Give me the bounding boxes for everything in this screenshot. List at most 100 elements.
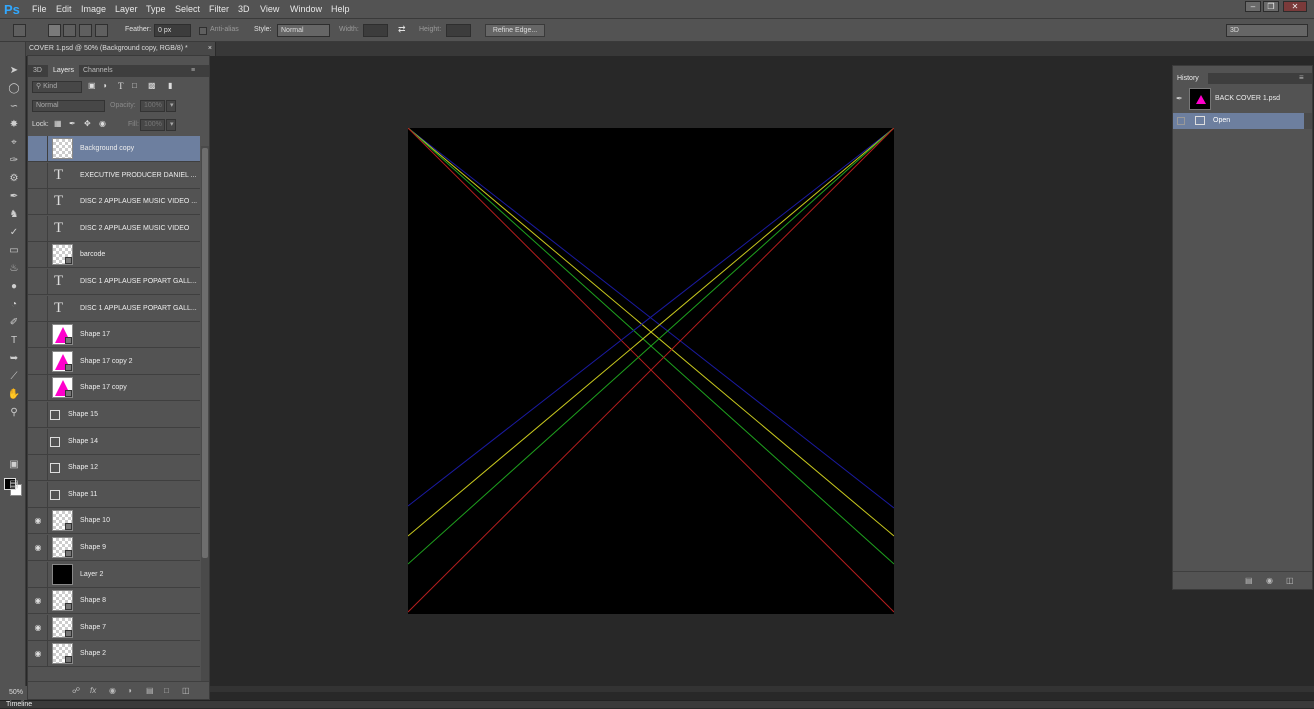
layer-row[interactable]: T EXECUTIVE PRODUCER DANIEL ... [28,162,200,189]
link-layers-icon[interactable]: ☍ [72,686,80,695]
feather-input[interactable]: 0 px [154,24,191,37]
style-select[interactable]: Normal [277,24,330,37]
layer-visibility-toggle[interactable] [28,295,48,322]
layer-visibility-toggle[interactable] [28,428,48,455]
history-menu-icon[interactable]: ≡ [1299,73,1304,82]
menu-select[interactable]: Select [175,4,200,14]
blur-tool-icon[interactable]: ● [6,280,22,294]
height-input[interactable] [446,24,471,37]
clone-stamp-tool-icon[interactable]: ♞ [6,208,22,222]
crop-tool-icon[interactable]: ⌖ [6,136,22,150]
brush-tool-icon[interactable]: ✒ [6,190,22,204]
document-tab[interactable]: COVER 1.psd @ 50% (Background copy, RGB/… [26,42,216,56]
menu-edit[interactable]: Edit [56,4,72,14]
menu-type[interactable]: Type [146,4,166,14]
marquee-tool-preset-icon[interactable] [13,24,26,37]
intersect-selection-icon[interactable] [95,24,108,37]
layer-visibility-toggle[interactable] [28,455,48,482]
new-group-icon[interactable]: ▤ [146,686,154,695]
lock-position-icon[interactable]: ✥ [84,119,91,128]
add-mask-icon[interactable]: ◉ [109,686,116,695]
adjustment-layer-icon[interactable]: ◑ [127,686,132,695]
history-snapshot[interactable]: ✒ BACK COVER 1.psd [1173,86,1312,112]
move-tool-icon[interactable]: ➤ [6,64,22,78]
layer-row[interactable]: barcode [28,242,200,269]
layer-row[interactable]: T DISC 1 APPLAUSE POPART GALL... [28,269,200,295]
tab-3d[interactable]: 3D [28,65,47,77]
layer-row[interactable]: ◉ Shape 9 [28,535,200,561]
layer-visibility-toggle[interactable] [28,242,48,269]
layer-visibility-toggle[interactable]: ◉ [28,535,48,561]
new-layer-icon[interactable]: □ [164,686,169,695]
tab-layers[interactable]: Layers [48,65,80,77]
fill-input[interactable]: 100% [140,119,165,131]
layer-row[interactable]: ◉ Shape 10 [28,508,200,535]
marquee-tool-icon[interactable]: ◯ [6,82,22,96]
menu-image[interactable]: Image [81,4,106,14]
layer-visibility-toggle[interactable]: ◉ [28,614,48,641]
new-document-from-state-icon[interactable]: ▤ [1245,576,1253,585]
screen-mode-icon[interactable]: ▤ [6,478,22,492]
scrollbar-thumb[interactable] [202,148,208,558]
path-selection-tool-icon[interactable]: ➥ [6,352,22,366]
zoom-tool-icon[interactable]: ⚲ [6,406,22,420]
layer-visibility-toggle[interactable] [28,269,48,295]
lock-pixels-icon[interactable]: ✒ [69,119,76,128]
filter-shape-icon[interactable]: □ [132,81,137,90]
subtract-selection-icon[interactable] [79,24,92,37]
layer-row[interactable]: ◉ Shape 7 [28,614,200,641]
new-selection-icon[interactable] [48,24,61,37]
add-selection-icon[interactable] [63,24,76,37]
pen-tool-icon[interactable]: ✐ [6,316,22,330]
layer-row[interactable]: Shape 17 copy 2 [28,348,200,375]
zoom-readout[interactable]: 50% [0,686,27,700]
layer-row[interactable]: Shape 17 [28,322,200,349]
quick-mask-icon[interactable]: ▣ [6,458,22,472]
delete-state-icon[interactable]: ◫ [1286,576,1294,585]
history-state[interactable]: Open [1173,113,1304,129]
menu-layer[interactable]: Layer [115,4,138,14]
layer-visibility-toggle[interactable]: ◉ [28,508,48,535]
blend-mode-select[interactable]: Normal [32,100,105,112]
document-canvas[interactable] [408,128,894,614]
filter-toggle-icon[interactable]: ▮ [168,81,172,90]
layer-row[interactable]: Shape 15 [28,402,200,428]
width-input[interactable] [363,24,388,37]
tab-channels[interactable]: Channels [78,65,118,77]
delete-layer-icon[interactable]: ◫ [182,686,190,695]
hand-tool-icon[interactable]: ✋ [6,388,22,402]
layer-visibility-toggle[interactable] [28,561,48,588]
history-state-checkbox[interactable] [1177,117,1185,125]
opacity-input[interactable]: 100% [140,100,165,112]
layer-visibility-toggle[interactable] [28,136,48,162]
type-tool-icon[interactable]: T [6,334,22,348]
minimize-button[interactable]: – [1245,1,1261,12]
layer-row[interactable]: T DISC 1 APPLAUSE POPART GALL... [28,295,200,322]
layer-style-icon[interactable]: fx [90,686,96,695]
layer-visibility-toggle[interactable]: ◉ [28,641,48,668]
menu-file[interactable]: File [32,4,47,14]
menu-view[interactable]: View [260,4,279,14]
layer-row[interactable]: Shape 12 [28,455,200,482]
menu-help[interactable]: Help [331,4,350,14]
layer-visibility-toggle[interactable] [28,402,48,428]
layer-visibility-toggle[interactable] [28,215,48,242]
layer-visibility-toggle[interactable] [28,375,48,402]
lock-transparency-icon[interactable]: ▦ [54,119,62,128]
lock-all-icon[interactable]: ◉ [99,119,106,128]
layer-visibility-toggle[interactable]: ◉ [28,588,48,615]
menu-3d[interactable]: 3D [238,4,250,14]
canvas-horizontal-scrollbar[interactable] [210,686,1314,692]
layer-row[interactable]: T DISC 2 APPLAUSE MUSIC VIDEO ... [28,189,200,216]
layer-row[interactable]: Shape 11 [28,481,200,508]
new-snapshot-icon[interactable]: ◉ [1266,576,1273,585]
layer-row[interactable]: Layer 2 [28,561,200,588]
filter-pixel-icon[interactable]: ▣ [88,81,96,90]
history-brush-source-icon[interactable]: ✒ [1176,94,1183,103]
layer-row[interactable]: ◉ Shape 8 [28,588,200,615]
swap-dimensions-icon[interactable]: ⇄ [398,24,406,35]
layer-visibility-toggle[interactable] [28,189,48,216]
magic-wand-tool-icon[interactable]: ✸ [6,118,22,132]
refine-edge-button[interactable]: Refine Edge... [485,24,545,37]
antialias-checkbox[interactable] [199,27,207,35]
